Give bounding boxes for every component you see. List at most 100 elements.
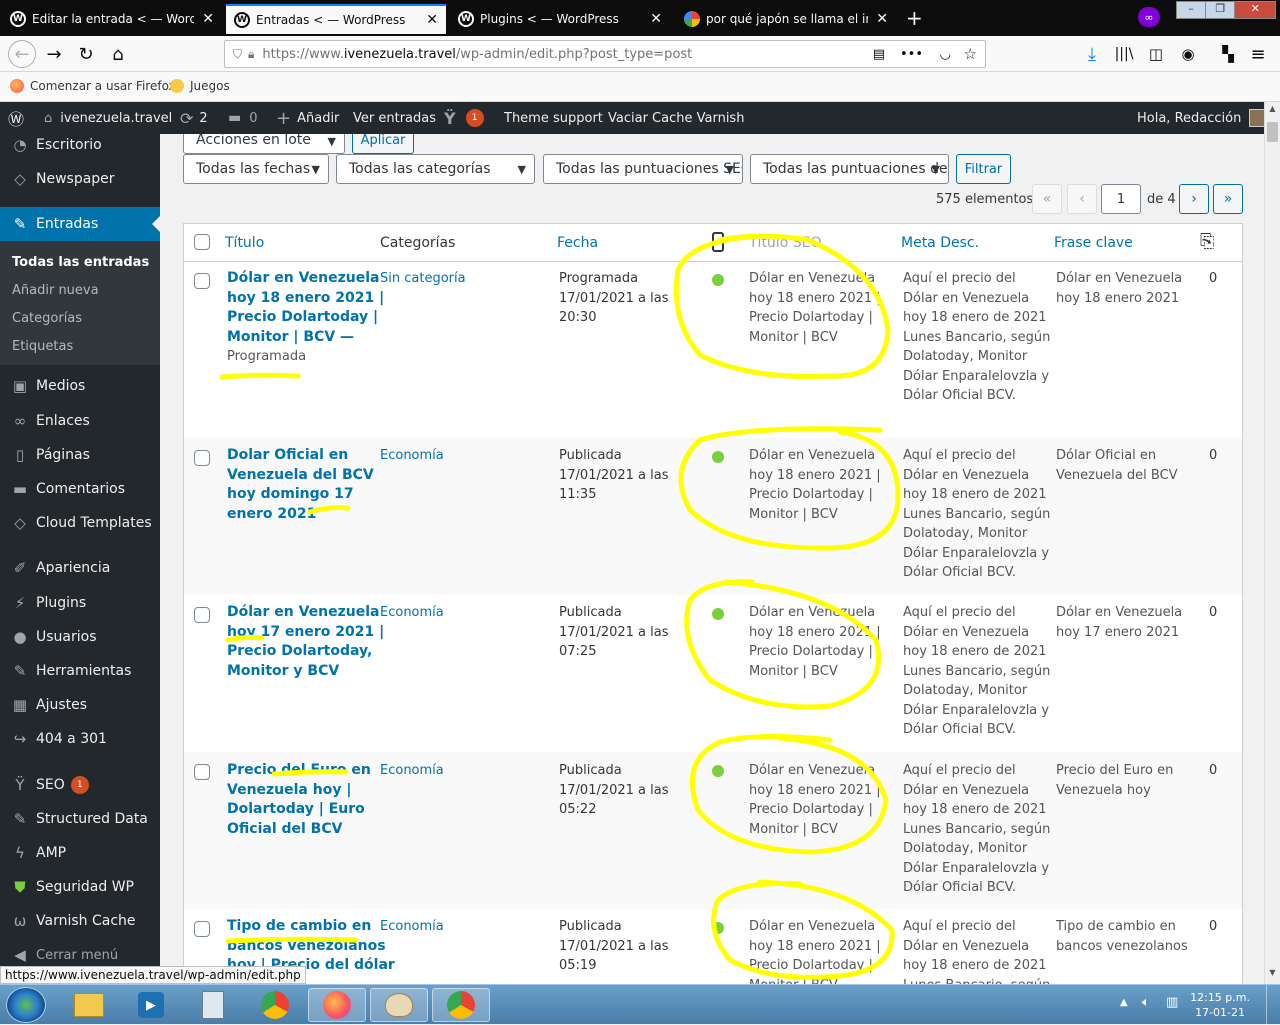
tab-entradas[interactable]: W Entradas < — WordPress ✕ [226, 4, 446, 34]
submenu-todas-entradas[interactable]: Todas las entradas [12, 255, 149, 270]
tray-expand-icon[interactable]: ▲ [1120, 997, 1128, 1008]
firefox-taskbar-button[interactable] [308, 988, 366, 1022]
start-button[interactable] [6, 987, 46, 1023]
tab-google-search[interactable]: por qué japón se llama el imperio ✕ [676, 4, 896, 34]
sidebar-item-escritorio[interactable]: ◔ Escritorio [0, 134, 160, 162]
close-icon[interactable]: ✕ [426, 12, 438, 28]
row-checkbox[interactable] [194, 273, 210, 289]
sidebar-item-entradas[interactable]: ✎ Entradas [0, 207, 160, 241]
admin-bar-updates[interactable]: ⟳ 2 [180, 102, 208, 134]
post-title-link[interactable]: Dolar Oficial en Venezuela del BCV hoy dom… [227, 446, 374, 524]
category-link[interactable]: Economía [380, 761, 444, 781]
sidebar-item-seguridad[interactable]: ⛊ Seguridad WP [0, 870, 160, 904]
admin-bar-account[interactable]: Hola, Redacción [1137, 102, 1268, 134]
row-checkbox[interactable] [194, 921, 210, 937]
last-page-button[interactable]: » [1213, 184, 1243, 214]
category-filter-select[interactable]: Todas las categorías ▼ [336, 154, 535, 184]
scrollbar-thumb[interactable] [1267, 122, 1278, 142]
reader-view-icon[interactable]: ▤ [873, 47, 885, 62]
network-icon[interactable]: ▥ [1166, 995, 1178, 1010]
post-title-link[interactable]: Dólar en Venezuela hoy 17 enero 2021 | Pre… [227, 603, 384, 681]
readability-filter-select[interactable]: Todas las puntuaciones de ▼ [750, 154, 949, 184]
forward-arrow-icon[interactable]: → [42, 42, 66, 66]
column-keyphrase[interactable]: Frase clave [1054, 235, 1133, 251]
chrome-user-taskbar-button[interactable] [432, 988, 490, 1022]
library-icon[interactable]: |||\ [1112, 42, 1136, 66]
reload-icon[interactable]: ↻ [74, 42, 98, 66]
sidebar-item-comentarios[interactable]: ▬ Comentarios [0, 472, 160, 506]
new-tab-plus-icon[interactable]: + [906, 6, 923, 30]
sidebar-item-404[interactable]: ↪ 404 a 301 [0, 722, 160, 756]
admin-bar-theme-support[interactable]: Theme support [504, 102, 603, 134]
sidebar-item-newspaper[interactable]: ◇ Newspaper [0, 162, 160, 196]
sidebar-item-usuarios[interactable]: ● Usuarios [0, 620, 160, 654]
tab-edit-post[interactable]: W Editar la entrada < — WordPress ✕ [2, 4, 222, 34]
download-icon[interactable]: ⤓ [1080, 42, 1104, 66]
category-link[interactable]: Economía [380, 917, 444, 937]
sidebar-item-ajustes[interactable]: ▦ Ajustes [0, 688, 160, 722]
pocket-icon[interactable]: ◡ [940, 47, 951, 62]
row-checkbox[interactable] [194, 764, 210, 780]
explorer-taskbar-button[interactable] [60, 988, 118, 1022]
admin-bar-varnish[interactable]: Vaciar Cache Varnish [608, 102, 744, 134]
column-date[interactable]: Fecha [557, 235, 598, 251]
seo-score-filter-select[interactable]: Todas las puntuaciones SEO ▼ [543, 154, 743, 184]
calculator-taskbar-button[interactable] [184, 988, 242, 1022]
post-title-link[interactable]: Dólar en Venezuela hoy 18 enero 2021 | Pre… [227, 269, 384, 367]
sidebar-toggle-icon[interactable]: ◫ [1144, 42, 1168, 66]
sidebar-item-plugins[interactable]: ⚡ Plugins [0, 586, 160, 620]
sidebar-item-medios[interactable]: ▣ Medios [0, 369, 160, 403]
sidebar-item-cloud-templates[interactable]: ◇ Cloud Templates [0, 506, 160, 540]
menu-hamburger-icon[interactable]: ≡ [1246, 42, 1270, 66]
column-meta-desc[interactable]: Meta Desc. [901, 235, 979, 251]
admin-bar-site[interactable]: ⌂ ivenezuela.travel [44, 102, 172, 134]
row-checkbox[interactable] [194, 450, 210, 466]
close-icon[interactable]: ✕ [876, 11, 888, 27]
sidebar-item-herramientas[interactable]: ✎ Herramientas [0, 654, 160, 688]
close-icon[interactable]: ✕ [650, 11, 662, 27]
shield-icon[interactable]: ⛉ [233, 47, 242, 62]
category-link[interactable]: Economía [380, 446, 444, 466]
seo-score-column-icon[interactable] [712, 232, 724, 252]
star-icon[interactable]: ☆ [964, 45, 977, 63]
back-arrow-icon[interactable]: ← [8, 40, 36, 68]
close-icon[interactable]: ✕ [202, 11, 214, 27]
submenu-etiquetas[interactable]: Etiquetas [12, 339, 73, 354]
volume-icon[interactable]: 🔈︎ [1142, 995, 1150, 1010]
filter-button[interactable]: Filtrar [956, 154, 1011, 184]
window-close-icon[interactable]: ✕ [1234, 2, 1275, 18]
sidebar-item-seo[interactable]: Ÿ SEO 1 [0, 768, 160, 802]
scroll-up-icon[interactable]: ▲ [1266, 104, 1279, 118]
sidebar-item-structured-data[interactable]: ✎ Structured Data [0, 802, 160, 836]
category-link[interactable]: Sin categoría [380, 269, 466, 289]
sidebar-item-paginas[interactable]: ▯ Páginas [0, 438, 160, 472]
admin-bar-yoast[interactable]: Ÿ1 [444, 102, 484, 134]
scroll-down-icon[interactable]: ▼ [1266, 968, 1279, 982]
bookmark-firefox[interactable]: Comenzar a usar Firefox [10, 79, 176, 93]
page-actions-icon[interactable]: ••• [900, 47, 923, 62]
sidebar-item-apariencia[interactable]: ✐ Apariencia [0, 551, 160, 585]
row-checkbox[interactable] [194, 607, 210, 623]
bookmark-juegos[interactable]: Juegos [170, 79, 230, 93]
maximize-icon[interactable]: ❐ [1205, 2, 1234, 18]
sidebar-item-amp[interactable]: ϟ AMP [0, 836, 160, 870]
post-title-link[interactable]: Precio del Euro en Venezuela hoy | Dolarto… [227, 761, 371, 839]
lock-icon[interactable]: 🔒︎ [248, 47, 254, 62]
tab-plugins[interactable]: W Plugins < — WordPress ✕ [450, 4, 670, 34]
next-page-button[interactable]: › [1179, 184, 1209, 214]
url-bar[interactable]: ⛉ 🔒︎ https://www. ivenezuela.travel/wp-ad… [224, 40, 986, 68]
submenu-anadir-nueva[interactable]: Añadir nueva [12, 283, 99, 298]
admin-bar-comments[interactable]: ▬ 0 [228, 102, 258, 134]
system-clock[interactable]: 12:15 p.m. 17-01-21 [1190, 990, 1250, 1020]
vertical-scrollbar[interactable]: ▲ ▼ [1264, 102, 1280, 984]
wp-logo-icon[interactable]: Ⓦ [8, 102, 24, 134]
submenu-categorias[interactable]: Categorías [12, 311, 82, 326]
media-player-taskbar-button[interactable]: ▶ [122, 988, 180, 1022]
apply-button[interactable]: Aplicar [352, 134, 414, 154]
bulk-actions-select[interactable]: Acciones en lote ▼ [183, 134, 345, 154]
show-desktop-button[interactable] [1266, 985, 1280, 1025]
home-icon[interactable]: ⌂ [106, 42, 130, 66]
admin-bar-view-posts[interactable]: Ver entradas [353, 102, 436, 134]
current-page-input[interactable]: 1 [1101, 184, 1141, 214]
paint-taskbar-button[interactable] [370, 988, 428, 1022]
